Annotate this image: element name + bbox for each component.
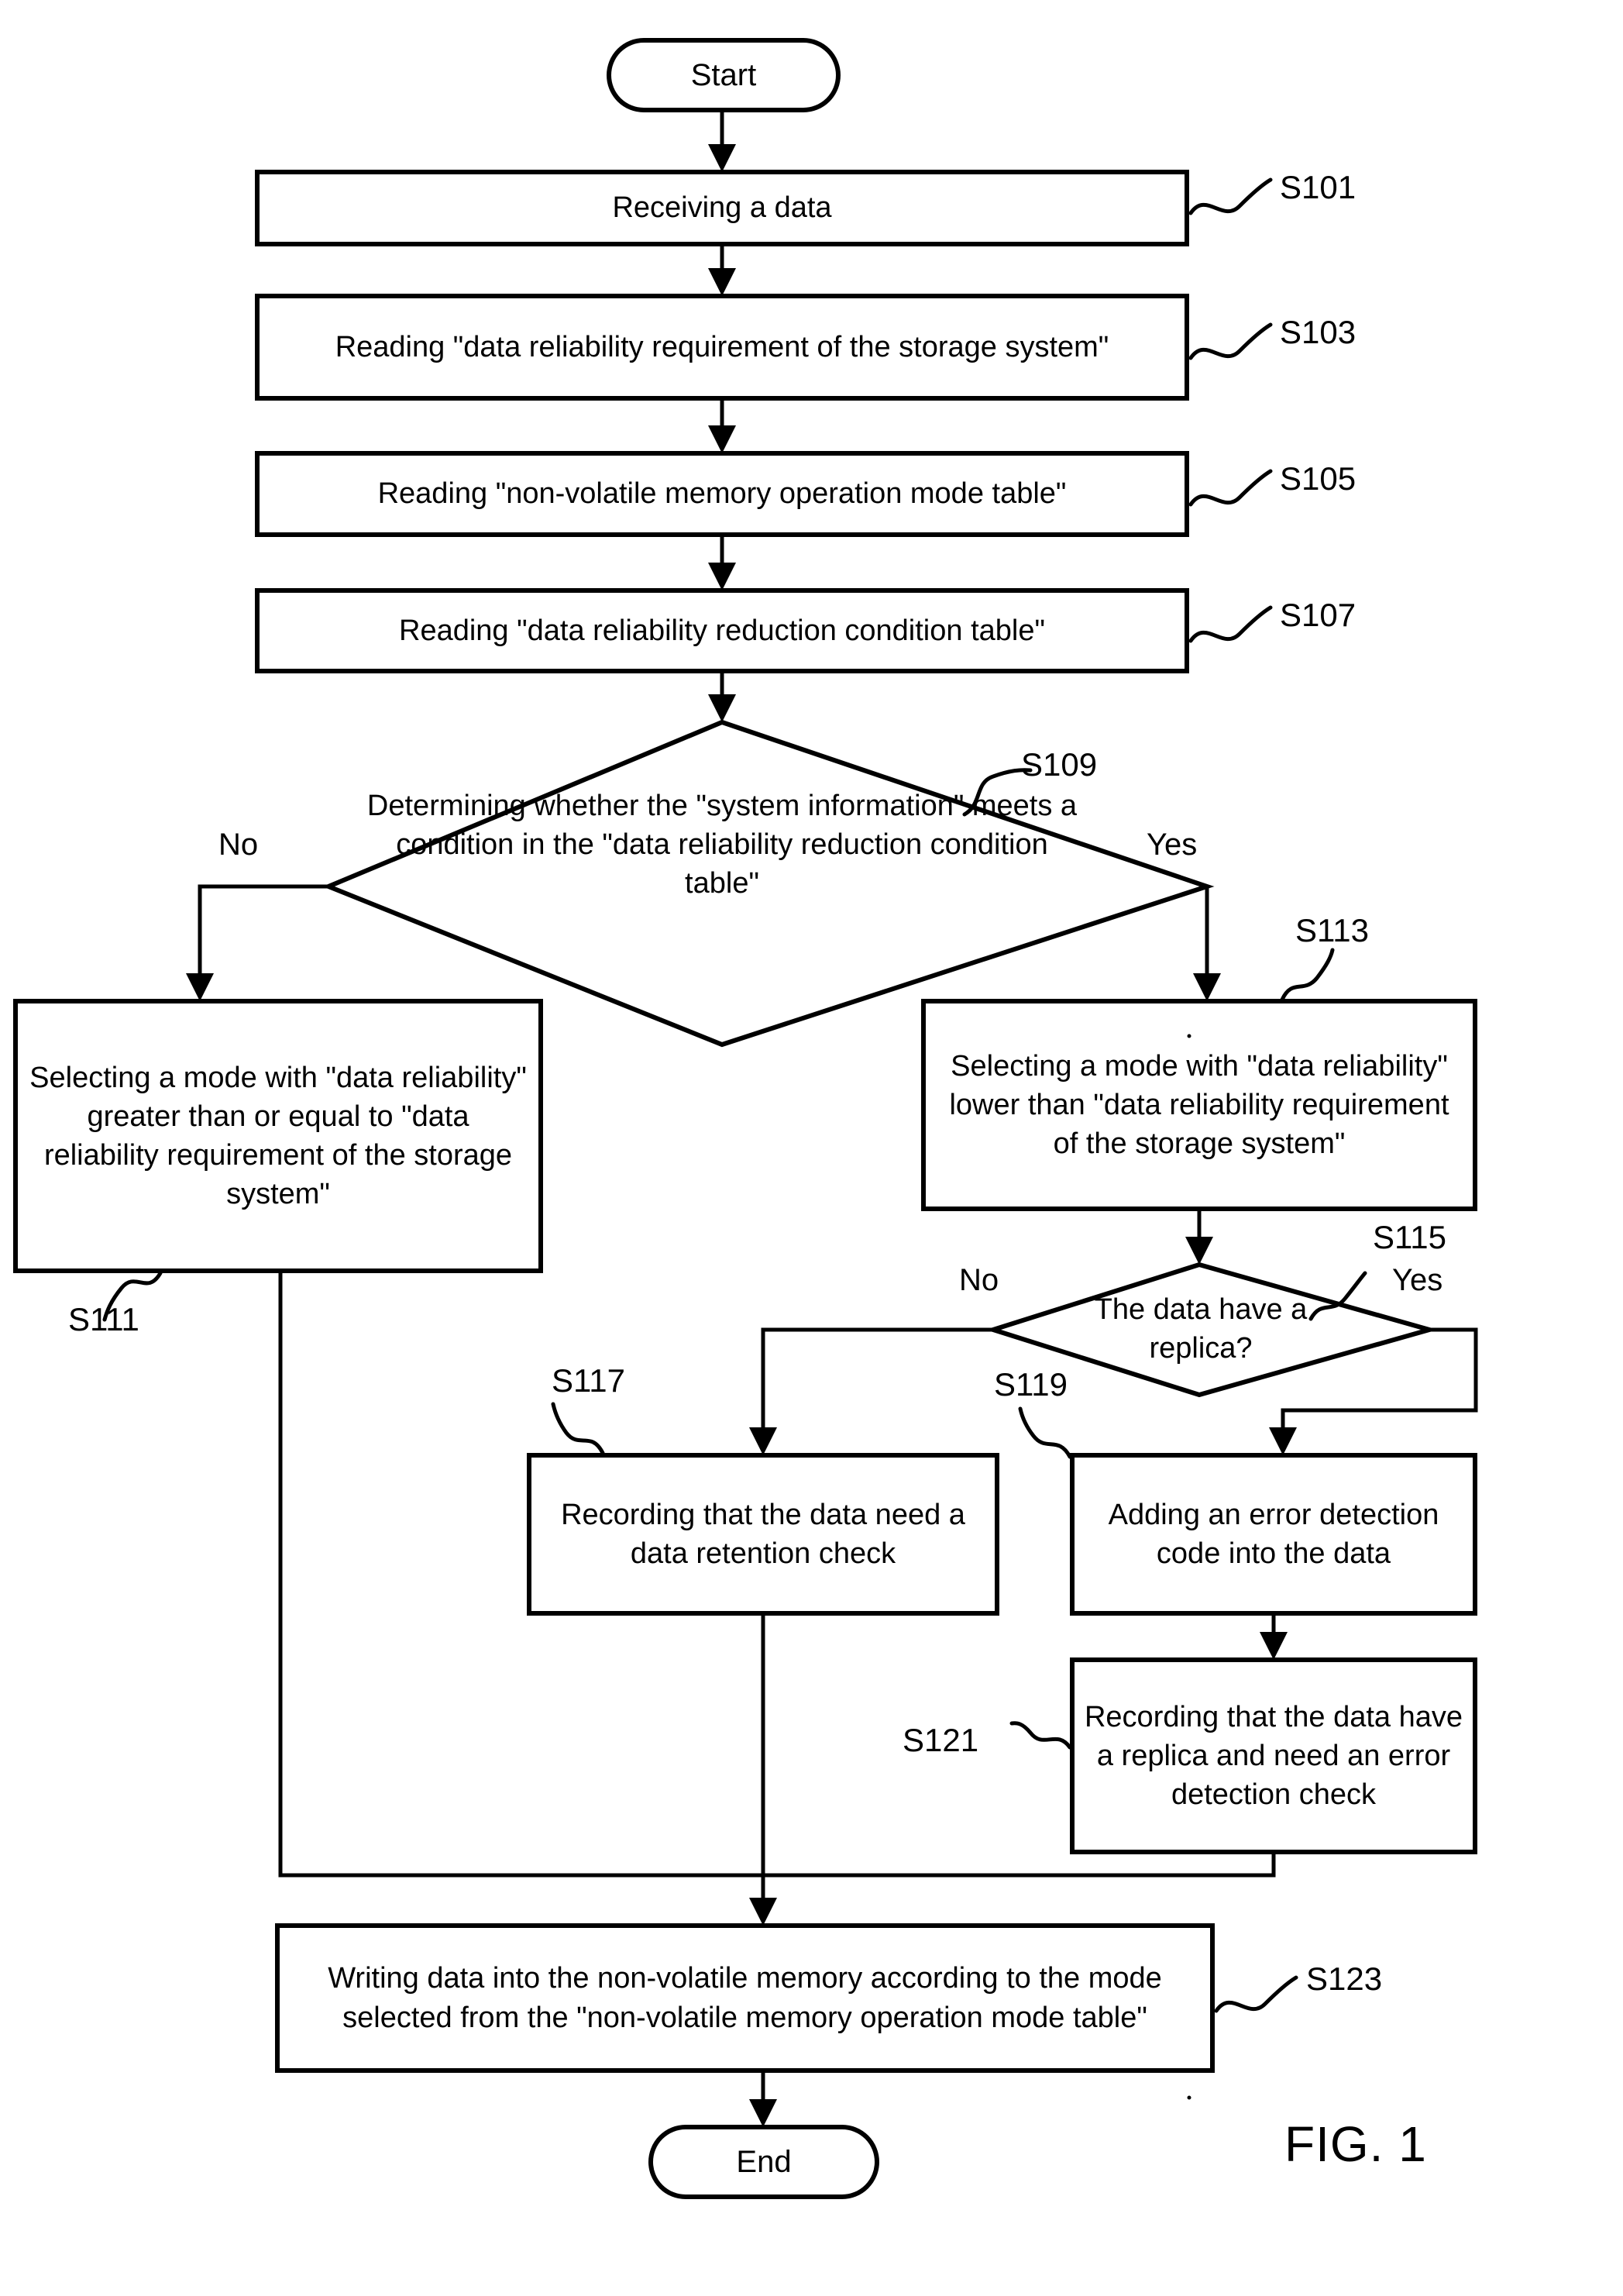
figure-caption: FIG. 1	[1284, 2116, 1427, 2172]
s111-process-shape	[13, 999, 543, 1273]
arrowhead-start-to-s101	[708, 144, 736, 172]
arrowhead-s115-yes-to-s119	[1269, 1427, 1297, 1455]
s123-ref: S123	[1306, 1960, 1383, 1997]
s111-ref: S111	[68, 1301, 139, 1337]
s119-ref: S119	[994, 1366, 1068, 1403]
flowchart-canvas	[13, 38, 1478, 2199]
arrowhead-s103-to-s105	[708, 425, 736, 453]
start-terminal-shape	[607, 38, 841, 112]
s117-ref: S117	[552, 1362, 625, 1399]
s109-ref: S109	[1021, 746, 1098, 783]
s113-process-shape	[921, 999, 1477, 1211]
s107-tilde	[1188, 605, 1273, 643]
s123-process-shape	[275, 1923, 1215, 2073]
arrowhead-s107-to-s109	[708, 694, 736, 722]
s113-ref-leader	[1280, 948, 1335, 1002]
arrowhead-s113-to-s115	[1185, 1237, 1213, 1265]
s117-ref-leader	[551, 1402, 605, 1455]
arrowhead-s101-to-s103	[708, 268, 736, 296]
s121-ref-leader	[1009, 1721, 1072, 1750]
s109-yes-label: Yes	[1147, 828, 1198, 862]
arrowhead-s109-yes-to-s113	[1193, 973, 1221, 1001]
s115-yes-label: Yes	[1392, 1263, 1443, 1297]
s113-ref: S113	[1295, 912, 1369, 948]
arrowhead-s105-to-s107	[708, 563, 736, 590]
arrowhead-s119-to-s121	[1260, 1632, 1288, 1660]
s105-process-shape	[255, 451, 1189, 537]
arrowhead-merge-to-s123	[749, 1898, 777, 1926]
s101-tilde	[1188, 177, 1273, 215]
connector-s121-to-merge	[763, 1854, 1276, 1878]
arrowhead-s109-no-to-s111	[186, 973, 214, 1001]
connector-s109-no-to-s111	[198, 884, 328, 986]
s117-process-shape	[527, 1453, 999, 1616]
connector-s115-no-to-s117	[761, 1327, 993, 1440]
s105-tilde	[1188, 469, 1273, 507]
figure-page: Start Receiving a data Reading "data rel…	[0, 0, 1623, 2296]
s119-ref-leader	[1018, 1406, 1072, 1459]
s107-ref: S107	[1280, 597, 1357, 633]
arrowhead-s115-no-to-s117	[749, 1427, 777, 1455]
s115-no-label: No	[959, 1263, 999, 1297]
s109-no-label: No	[218, 828, 259, 862]
s107-process-shape	[255, 588, 1189, 673]
s121-process-shape	[1070, 1657, 1477, 1854]
s103-tilde	[1188, 322, 1273, 360]
s103-ref: S103	[1280, 314, 1357, 350]
arrowhead-s123-to-end	[749, 2099, 777, 2127]
s101-ref: S101	[1280, 169, 1357, 205]
s103-process-shape	[255, 294, 1189, 401]
s105-ref: S105	[1280, 460, 1357, 497]
s123-tilde	[1214, 1975, 1298, 2013]
s121-ref: S121	[903, 1722, 979, 1758]
s101-process-shape	[255, 170, 1189, 246]
end-terminal-shape	[648, 2125, 879, 2199]
s119-process-shape	[1070, 1453, 1477, 1616]
s115-ref: S115	[1373, 1219, 1446, 1255]
